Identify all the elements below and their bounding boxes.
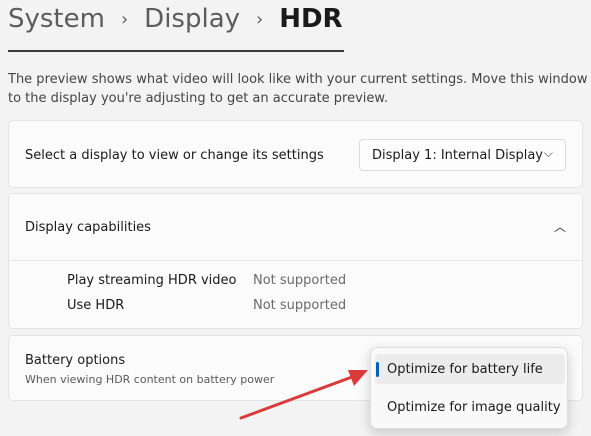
annotation-arrow-icon (239, 370, 368, 420)
